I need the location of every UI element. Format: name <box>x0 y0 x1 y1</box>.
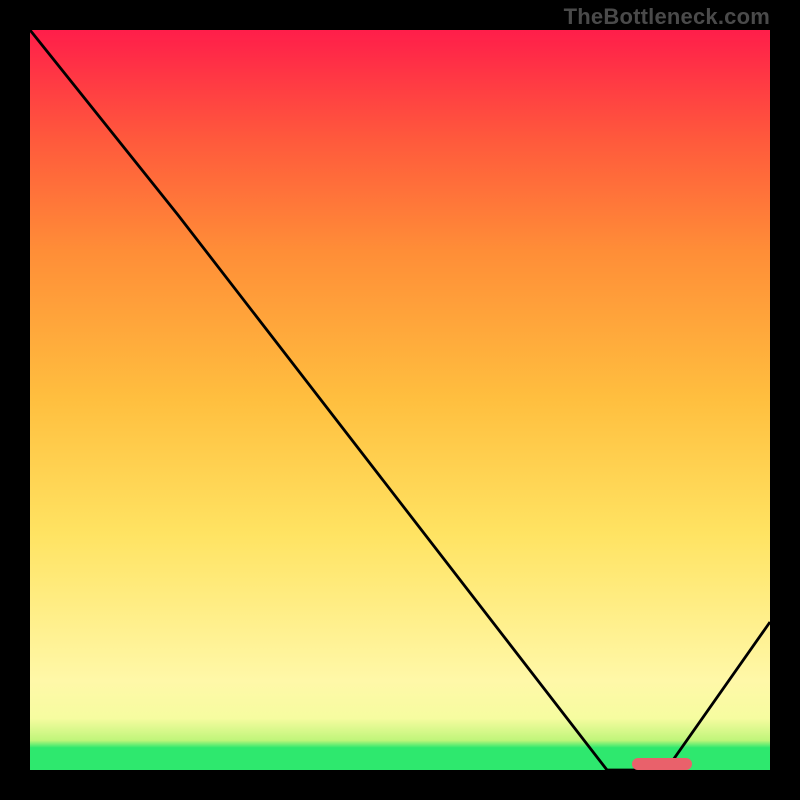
optimal-marker <box>632 758 692 770</box>
bottleneck-curve <box>30 30 770 770</box>
curve-svg <box>30 30 770 770</box>
chart-frame: TheBottleneck.com <box>0 0 800 800</box>
watermark-text: TheBottleneck.com <box>564 4 770 30</box>
plot-area <box>30 30 770 770</box>
